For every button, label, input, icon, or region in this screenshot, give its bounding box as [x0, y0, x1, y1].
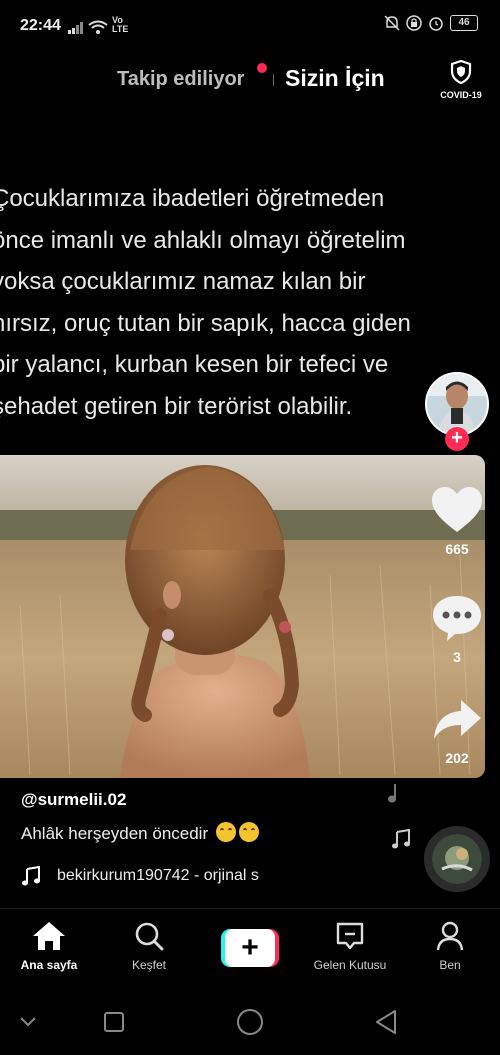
feed-tabs: Takip ediliyor Sizin İçin COVID-19 [0, 59, 500, 100]
covid-button[interactable]: COVID-19 [438, 59, 484, 100]
alarm-icon [429, 17, 443, 31]
home-icon [33, 922, 65, 950]
lock-icon [406, 15, 422, 31]
nav-home[interactable]: Ana sayfa [4, 921, 94, 972]
nav-inbox-label: Gelen Kutusu [313, 958, 387, 972]
quote-line: hırsız, oruç tutan bir sapık, hacca gide… [0, 309, 411, 337]
system-nav-bar [0, 1000, 500, 1055]
silent-icon [384, 15, 400, 31]
search-icon [135, 922, 164, 951]
tab-following[interactable]: Takip ediliyor [117, 68, 244, 91]
quote-line: Çocuklarımıza ibadetleri öğretmeden [0, 185, 385, 212]
video-frame-image[interactable] [0, 455, 485, 778]
tab-divider [273, 74, 274, 86]
quote-line: bir yalancı, kurban kesen bir tefeci ve [0, 351, 389, 378]
nav-profile[interactable]: Ben [405, 921, 495, 972]
nav-discover-label: Keşfet [131, 958, 167, 972]
volte-label: Vo LTE [112, 15, 129, 34]
smile-emoji-icon [215, 822, 236, 842]
comment-count: 3 [453, 649, 461, 665]
chevron-down-icon[interactable] [18, 1014, 38, 1028]
post-caption: Ahlâk herşeyden öncedir [21, 822, 259, 844]
nav-home-label: Ana sayfa [20, 958, 78, 972]
share-icon [434, 700, 481, 739]
music-title: bekirkurum190742 - orjinal s [57, 867, 259, 884]
create-button[interactable]: + [221, 929, 279, 967]
back-icon[interactable] [374, 1009, 398, 1035]
battery-indicator: 46 [450, 15, 478, 31]
disc-cover-picture [432, 834, 482, 884]
create-plus-icon: + [225, 929, 275, 967]
recent-apps-icon[interactable] [103, 1011, 125, 1033]
quote-line: yoksa çocuklarımız namaz kılan bir [0, 268, 366, 295]
nav-discover[interactable]: Keşfet [104, 921, 194, 972]
inbox-icon [336, 922, 364, 950]
heart-icon [432, 487, 482, 532]
music-note-icon [22, 866, 40, 886]
smile-emoji-icon [238, 822, 259, 842]
follow-button[interactable]: + [445, 427, 469, 451]
avatar-picture [427, 374, 487, 434]
caption-text: Ahlâk herşeyden öncedir [21, 824, 209, 843]
post-username[interactable]: @surmelii.02 [21, 790, 126, 810]
shield-icon [450, 59, 472, 85]
comment-button[interactable]: 3 [422, 594, 492, 665]
new-content-dot [257, 63, 267, 73]
status-time: 22:44 [20, 17, 61, 34]
wifi-icon [88, 20, 108, 34]
profile-icon [436, 921, 464, 951]
floating-note-icon [388, 784, 396, 803]
comment-icon [433, 596, 481, 641]
tab-for-you[interactable]: Sizin İçin [285, 65, 385, 92]
like-button[interactable]: 665 [422, 486, 492, 557]
video-quote-text: Çocuklarımıza ibadetleri öğretmeden önce… [0, 178, 482, 427]
home-circle-icon[interactable] [236, 1008, 264, 1036]
signal-icon [68, 22, 83, 34]
covid-label: COVID-19 [440, 90, 482, 100]
nav-inbox[interactable]: Gelen Kutusu [305, 921, 395, 972]
share-count: 202 [445, 750, 469, 766]
status-left-icons: Vo LTE [68, 16, 130, 34]
status-bar: 22:44 Vo LTE 46 [0, 0, 500, 52]
floating-note-icon [392, 829, 410, 849]
quote-line: önce imanlı ve ahlaklı olmayı öğretelim [0, 226, 406, 254]
like-count: 665 [445, 541, 469, 557]
status-right-icons: 46 [384, 15, 478, 31]
quote-line: şehadet getiren bir terörist olabilir. [0, 392, 353, 420]
music-disc[interactable] [424, 826, 490, 892]
nav-profile-label: Ben [439, 958, 461, 972]
share-button[interactable]: 202 [422, 697, 492, 766]
music-row[interactable]: bekirkurum190742 - orjinal s [21, 866, 259, 886]
bottom-nav: Ana sayfa Keşfet + Gelen Kutusu Ben [0, 908, 500, 990]
girl-in-field-picture [0, 455, 485, 778]
